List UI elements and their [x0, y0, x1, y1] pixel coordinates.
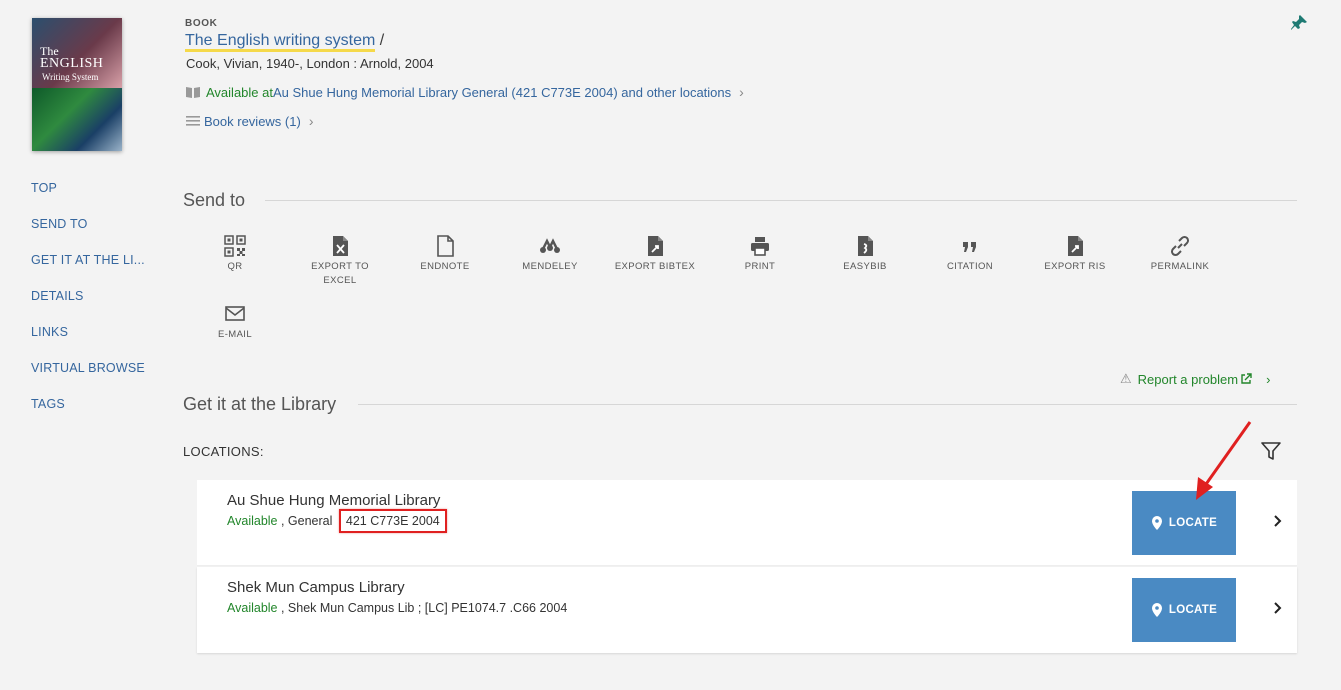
- report-problem-link[interactable]: ⚠ Report a problem ›: [1120, 371, 1270, 387]
- quote-icon: [963, 242, 976, 252]
- location-name: Au Shue Hung Memorial Library: [227, 492, 441, 509]
- send-to-label: ENDNOTE: [420, 261, 470, 272]
- send-to-bibtex[interactable]: EXPORT BIBTEX: [603, 235, 707, 274]
- cover-title-line: Writing System: [42, 72, 99, 82]
- nav-item-details[interactable]: DETAILS: [31, 288, 145, 324]
- book-reviews-link[interactable]: Book reviews (1) ›: [186, 113, 313, 129]
- endnote-icon: [437, 235, 454, 257]
- send-to-label: E-MAIL: [217, 329, 253, 340]
- list-icon: [186, 116, 200, 126]
- location-status: Available: [227, 514, 278, 528]
- send-to-permalink[interactable]: PERMALINK: [1128, 235, 1232, 274]
- get-it-title: Get it at the Library: [183, 394, 337, 414]
- send-to-label: EXPORT TO: [311, 261, 369, 272]
- locations-label: LOCATIONS:: [183, 444, 264, 459]
- send-to-label: EASYBIB: [843, 261, 887, 272]
- location-row[interactable]: Au Shue Hung Memorial Library Available …: [197, 480, 1297, 566]
- divider: [265, 200, 1297, 201]
- link-icon: [1170, 235, 1190, 257]
- ris-icon: [1068, 236, 1083, 256]
- location-collection: , General: [277, 514, 336, 528]
- map-pin-icon: [1151, 516, 1162, 530]
- record-title: The English writing system /: [185, 32, 385, 52]
- report-problem-label: Report a problem: [1137, 371, 1239, 387]
- send-to-title: Send to: [183, 190, 246, 210]
- nav-item-get-it[interactable]: GET IT AT THE LI...: [31, 252, 145, 288]
- send-to-mendeley[interactable]: MENDELEY: [498, 235, 602, 274]
- nav-item-tags[interactable]: TAGS: [31, 396, 145, 432]
- send-to-label: PERMALINK: [1150, 261, 1210, 272]
- location-collection: , Shek Mun Campus Lib ; [LC] PE1074.7 .C…: [277, 601, 568, 615]
- send-to-label: MENDELEY: [522, 261, 578, 272]
- availability-link[interactable]: Available at Au Shue Hung Memorial Libra…: [185, 84, 744, 100]
- record-title-link[interactable]: The English writing system: [185, 32, 376, 52]
- divider: [358, 404, 1297, 405]
- chevron-right-icon[interactable]: [1272, 512, 1284, 530]
- send-to-endnote[interactable]: ENDNOTE: [393, 235, 497, 274]
- warning-icon: ⚠: [1120, 371, 1132, 386]
- print-icon: [751, 237, 769, 256]
- send-to-label: EXPORT BIBTEX: [614, 261, 696, 272]
- nav-item-top[interactable]: TOP: [31, 180, 145, 216]
- mendeley-icon: [540, 238, 560, 253]
- send-to-label: EXPORT RIS: [1044, 261, 1106, 272]
- location-row[interactable]: Shek Mun Campus Library Available , Shek…: [197, 567, 1297, 653]
- book-open-icon: [186, 87, 200, 98]
- qr-icon: [224, 235, 246, 257]
- send-to-email[interactable]: E-MAIL: [183, 303, 287, 342]
- external-link-icon: [1241, 373, 1252, 384]
- book-cover-image[interactable]: The ENGLISH Writing System: [32, 18, 122, 151]
- send-to-excel[interactable]: EXPORT TO EXCEL: [288, 235, 392, 288]
- easybib-icon: [858, 236, 873, 256]
- send-to-label: PRINT: [744, 261, 776, 272]
- location-status: Available: [227, 601, 278, 615]
- send-to-print[interactable]: PRINT: [708, 235, 812, 274]
- section-nav: TOP SEND TO GET IT AT THE LI... DETAILS …: [31, 180, 145, 432]
- record-title-suffix: /: [375, 32, 385, 49]
- filter-icon[interactable]: [1260, 440, 1282, 462]
- locate-label: LOCATE: [1168, 517, 1218, 529]
- send-to-label: CITATION: [946, 261, 994, 272]
- nav-item-send-to[interactable]: SEND TO: [31, 216, 145, 252]
- location-detail: Available , Shek Mun Campus Lib ; [LC] P…: [227, 601, 567, 615]
- send-to-citation[interactable]: CITATION: [918, 235, 1022, 274]
- pin-icon[interactable]: [1290, 14, 1308, 32]
- locate-button[interactable]: LOCATE: [1132, 491, 1236, 555]
- nav-item-links[interactable]: LINKS: [31, 324, 145, 360]
- book-reviews-label: Book reviews (1): [204, 113, 301, 129]
- locate-button[interactable]: LOCATE: [1132, 578, 1236, 642]
- send-to-label-line2: EXCEL: [323, 275, 357, 286]
- chevron-right-icon: ›: [739, 84, 744, 100]
- cover-title-line: ENGLISH: [40, 56, 104, 71]
- availability-status: Available at: [206, 84, 273, 100]
- bibtex-icon: [648, 236, 663, 256]
- locate-label: LOCATE: [1168, 604, 1218, 616]
- record-type: BOOK: [185, 18, 218, 29]
- chevron-right-icon[interactable]: [1272, 599, 1284, 617]
- excel-icon: [333, 236, 348, 256]
- mail-icon: [225, 306, 245, 321]
- send-to-qr[interactable]: QR: [183, 235, 287, 274]
- availability-location: Au Shue Hung Memorial Library General (4…: [272, 84, 732, 100]
- chevron-right-icon: ›: [308, 113, 314, 129]
- chevron-right-icon: ›: [1266, 371, 1271, 387]
- send-to-label: QR: [227, 261, 243, 272]
- record-author-publisher: Cook, Vivian, 1940-, London : Arnold, 20…: [186, 56, 434, 71]
- send-to-ris[interactable]: EXPORT RIS: [1023, 235, 1127, 274]
- nav-item-virtual-browse[interactable]: VIRTUAL BROWSE: [31, 360, 145, 396]
- location-detail: Available , General 421 C773E 2004: [227, 509, 447, 533]
- call-number: 421 C773E 2004: [338, 509, 447, 533]
- send-to-easybib[interactable]: EASYBIB: [813, 235, 917, 274]
- map-pin-icon: [1151, 603, 1162, 617]
- location-name: Shek Mun Campus Library: [227, 579, 405, 596]
